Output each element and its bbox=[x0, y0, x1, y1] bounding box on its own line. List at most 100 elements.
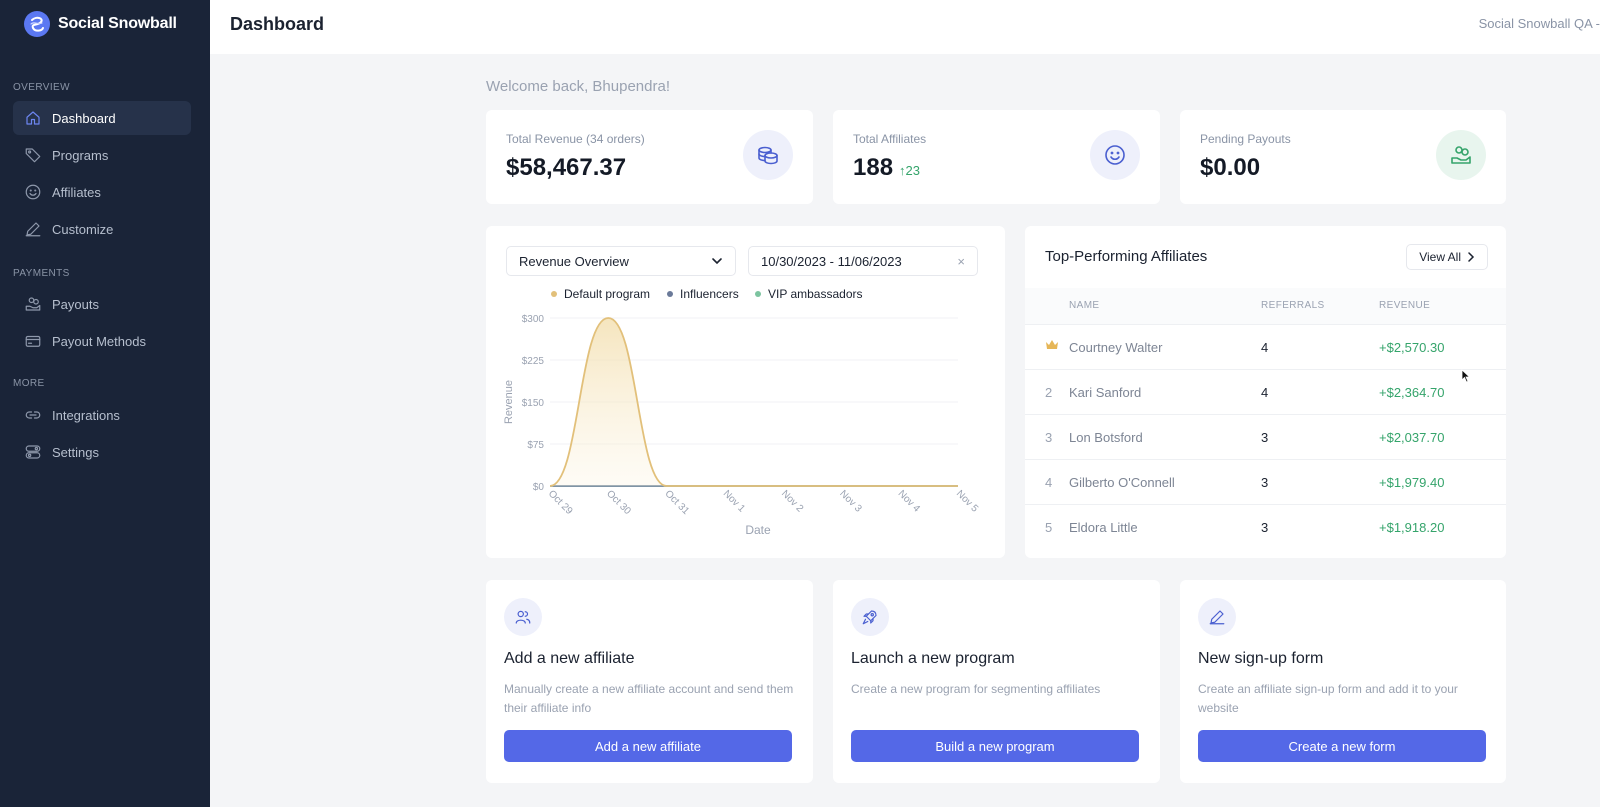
x-axis-label: Date bbox=[745, 523, 771, 537]
chevron-down-icon bbox=[712, 258, 722, 265]
link-icon bbox=[24, 406, 42, 424]
stat-number: $0.00 bbox=[1200, 154, 1261, 181]
legend-label: VIP ambassadors bbox=[768, 287, 863, 301]
select-value: Revenue Overview bbox=[519, 253, 629, 269]
view-all-button[interactable]: View All bbox=[1406, 244, 1488, 270]
y-tick-label: $150 bbox=[522, 398, 545, 409]
affiliate-referrals: 3 bbox=[1261, 475, 1269, 490]
stat-number: 188 bbox=[853, 154, 894, 181]
sidebar-item-integrations[interactable]: Integrations bbox=[13, 398, 191, 432]
sidebar-item-affiliates[interactable]: Affiliates bbox=[13, 175, 191, 209]
sidebar-item-customize[interactable]: Customize bbox=[13, 212, 191, 246]
legend-label: Influencers bbox=[680, 287, 739, 301]
stat-card-affiliates: Total Affiliates 188 ↑23 bbox=[833, 110, 1160, 204]
legend-label: Default program bbox=[564, 287, 650, 301]
crown-icon bbox=[1045, 339, 1059, 354]
tag-icon bbox=[24, 146, 42, 164]
section-overview: OVERVIEW bbox=[13, 82, 70, 93]
affiliate-name: Courtney Walter bbox=[1069, 340, 1163, 355]
table-row[interactable]: 2 Kari Sanford 4 +$2,364.70 bbox=[1025, 369, 1506, 414]
page-title: Dashboard bbox=[230, 14, 325, 34]
action-card-launch-program: Launch a new program Create a new progra… bbox=[833, 580, 1160, 783]
column-header-name: NAME bbox=[1069, 300, 1100, 311]
stat-value: 188 ↑23 bbox=[853, 154, 920, 182]
mouse-cursor-icon bbox=[1461, 369, 1471, 383]
affiliate-revenue: +$2,364.70 bbox=[1379, 385, 1445, 400]
settings-icon bbox=[24, 443, 42, 461]
table-row[interactable]: 3 Lon Botsford 3 +$2,037.70 bbox=[1025, 414, 1506, 459]
sidebar-item-payouts[interactable]: Payouts bbox=[13, 287, 191, 321]
affiliate-name: Gilberto O'Connell bbox=[1069, 475, 1175, 490]
action-description: Manually create a new affiliate account … bbox=[504, 682, 794, 715]
chevron-right-icon bbox=[1468, 252, 1475, 262]
smile-icon bbox=[1090, 130, 1140, 180]
legend-marker bbox=[667, 291, 673, 297]
stat-delta: ↑23 bbox=[899, 163, 921, 178]
affiliate-referrals: 4 bbox=[1261, 385, 1269, 400]
topbar: Dashboard Social Snowball QA - bbox=[210, 0, 1600, 54]
column-header-referrals: REFERRALS bbox=[1261, 300, 1325, 311]
brand-name: Social Snowball bbox=[58, 15, 177, 32]
revenue-chart: Default program Influencers VIP ambassador… bbox=[503, 287, 980, 537]
stat-card-payouts: Pending Payouts $0.00 bbox=[1180, 110, 1506, 204]
stat-label: Total Affiliates bbox=[853, 132, 927, 146]
x-tick-label: Oct 30 bbox=[604, 488, 633, 517]
sidebar-item-settings[interactable]: Settings bbox=[13, 435, 191, 469]
section-more: MORE bbox=[13, 378, 45, 389]
welcome-message: Welcome back, Bhupendra! bbox=[486, 78, 670, 95]
card-icon bbox=[24, 332, 42, 350]
affiliate-revenue: +$1,979.40 bbox=[1379, 475, 1445, 490]
section-payments: PAYMENTS bbox=[13, 268, 70, 279]
stat-number: $58,467.37 bbox=[506, 154, 627, 181]
x-tick-label: Nov 3 bbox=[837, 488, 864, 515]
clear-date-icon[interactable]: × bbox=[957, 254, 965, 269]
action-description: Create a new program for segmenting affi… bbox=[851, 682, 1101, 696]
date-range-picker[interactable]: 10/30/2023 - 11/06/2023 × bbox=[748, 246, 978, 276]
sidebar-item-dashboard[interactable]: Dashboard bbox=[13, 101, 191, 135]
sidebar-item-label: Payouts bbox=[52, 296, 99, 312]
sidebar-item-programs[interactable]: Programs bbox=[13, 138, 191, 172]
sidebar-item-label: Customize bbox=[52, 221, 114, 237]
y-axis-label: Revenue bbox=[503, 380, 515, 424]
coins-icon bbox=[743, 130, 793, 180]
sidebar-item-label: Dashboard bbox=[52, 110, 116, 126]
sidebar-item-payout-methods[interactable]: Payout Methods bbox=[13, 324, 191, 358]
x-tick-label: Nov 4 bbox=[896, 488, 923, 515]
legend-marker bbox=[551, 291, 557, 297]
y-tick-label: $300 bbox=[522, 314, 545, 325]
pen-icon bbox=[1198, 598, 1236, 636]
table-row[interactable]: Courtney Walter 4 +$2,570.30 bbox=[1025, 324, 1506, 369]
top-affiliates-card: Top-Performing Affiliates View All NAME … bbox=[1025, 226, 1506, 558]
rocket-icon bbox=[851, 598, 889, 636]
action-card-signup-form: New sign-up form Create an affiliate sig… bbox=[1180, 580, 1506, 783]
brand[interactable]: Social Snowball bbox=[24, 10, 177, 38]
users-icon bbox=[504, 598, 542, 636]
hand-coins-icon bbox=[1436, 130, 1486, 180]
action-card-add-affiliate: Add a new affiliate Manually create a ne… bbox=[486, 580, 813, 783]
x-tick-label: Nov 2 bbox=[779, 488, 806, 515]
action-description: Create an affiliate sign-up form and add… bbox=[1198, 682, 1458, 715]
sidebar-item-label: Payout Methods bbox=[52, 333, 146, 349]
action-title: Add a new affiliate bbox=[504, 650, 635, 667]
affiliate-revenue: +$1,918.20 bbox=[1379, 520, 1445, 535]
create-form-button[interactable]: Create a new form bbox=[1198, 730, 1486, 762]
sidebar-item-label: Integrations bbox=[52, 407, 120, 423]
y-tick-label: $0 bbox=[533, 482, 545, 493]
add-affiliate-button[interactable]: Add a new affiliate bbox=[504, 730, 792, 762]
affiliate-name: Lon Botsford bbox=[1069, 430, 1143, 445]
pen-icon bbox=[24, 220, 42, 238]
column-header-revenue: REVENUE bbox=[1379, 300, 1431, 311]
chart-type-select[interactable]: Revenue Overview bbox=[506, 246, 736, 276]
table-row[interactable]: 4 Gilberto O'Connell 3 +$1,979.40 bbox=[1025, 459, 1506, 504]
affiliate-rank: 3 bbox=[1045, 430, 1053, 445]
account-menu[interactable]: Social Snowball QA - bbox=[1479, 16, 1600, 31]
affiliate-revenue: +$2,570.30 bbox=[1379, 340, 1445, 355]
affiliate-referrals: 3 bbox=[1261, 430, 1269, 445]
legend-marker bbox=[755, 291, 761, 297]
build-program-button[interactable]: Build a new program bbox=[851, 730, 1139, 762]
table-row[interactable]: 5 Eldora Little 3 +$1,918.20 bbox=[1025, 504, 1506, 549]
affiliate-rank: 4 bbox=[1045, 475, 1053, 490]
stat-card-revenue: Total Revenue (34 orders) $58,467.37 bbox=[486, 110, 813, 204]
action-title: New sign-up form bbox=[1198, 650, 1324, 667]
top-affiliates-title: Top-Performing Affiliates bbox=[1045, 248, 1208, 265]
